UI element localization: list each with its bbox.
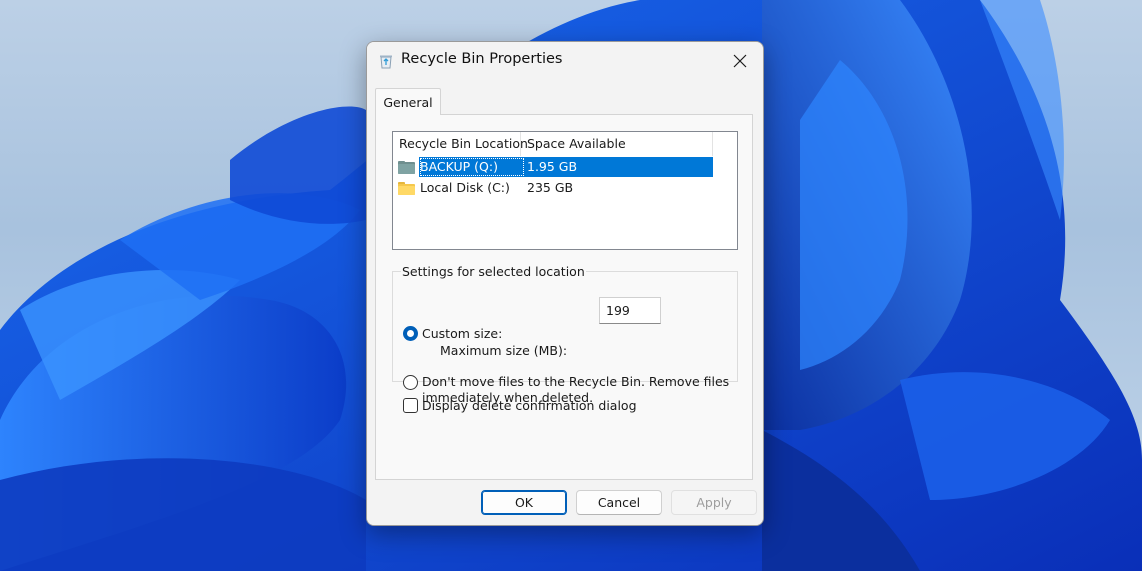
cancel-button[interactable]: Cancel bbox=[576, 490, 662, 515]
recycle-bin-location-list[interactable]: Recycle Bin Location Space Available BAC… bbox=[392, 131, 738, 250]
space-available: 1.95 GB bbox=[525, 157, 713, 177]
maximum-size-input[interactable] bbox=[599, 297, 661, 324]
drive-icon bbox=[398, 160, 415, 174]
dialog-title: Recycle Bin Properties bbox=[401, 51, 563, 67]
close-icon bbox=[733, 54, 747, 68]
general-tab-panel: Recycle Bin Location Space Available BAC… bbox=[375, 114, 753, 480]
location-name: Local Disk (C:) bbox=[420, 180, 510, 195]
folder-icon bbox=[398, 181, 415, 195]
delete-confirmation-label[interactable]: Display delete confirmation dialog bbox=[422, 398, 637, 413]
dont-move-files-radio[interactable] bbox=[403, 375, 418, 390]
dialog-footer: OK Cancel Apply bbox=[367, 480, 763, 525]
space-available: 235 GB bbox=[527, 180, 574, 195]
desktop: Recycle Bin Properties General Recycle B… bbox=[0, 0, 1142, 571]
close-button[interactable] bbox=[723, 46, 757, 76]
list-item-local-disk[interactable]: Local Disk (C:) 235 GB bbox=[398, 178, 713, 198]
list-header: Recycle Bin Location Space Available bbox=[393, 132, 713, 156]
custom-size-radio[interactable] bbox=[403, 326, 418, 341]
column-header-location[interactable]: Recycle Bin Location bbox=[393, 132, 528, 156]
title-bar[interactable]: Recycle Bin Properties bbox=[367, 42, 763, 80]
maximum-size-label: Maximum size (MB): bbox=[440, 343, 568, 358]
delete-confirmation-checkbox[interactable] bbox=[403, 398, 418, 413]
location-name: BACKUP (Q:) bbox=[419, 157, 525, 177]
recycle-bin-icon bbox=[380, 55, 392, 69]
dont-move-files-label-line1[interactable]: Don't move files to the Recycle Bin. Rem… bbox=[422, 374, 729, 389]
column-header-space[interactable]: Space Available bbox=[521, 132, 713, 156]
settings-group-title: Settings for selected location bbox=[401, 264, 586, 279]
tab-general[interactable]: General bbox=[375, 88, 441, 115]
ok-button[interactable]: OK bbox=[481, 490, 567, 515]
recycle-bin-properties-dialog: Recycle Bin Properties General Recycle B… bbox=[366, 41, 764, 526]
custom-size-label[interactable]: Custom size: bbox=[422, 326, 502, 341]
apply-button[interactable]: Apply bbox=[671, 490, 757, 515]
list-item-backup-drive[interactable]: BACKUP (Q:) 1.95 GB bbox=[398, 157, 713, 177]
